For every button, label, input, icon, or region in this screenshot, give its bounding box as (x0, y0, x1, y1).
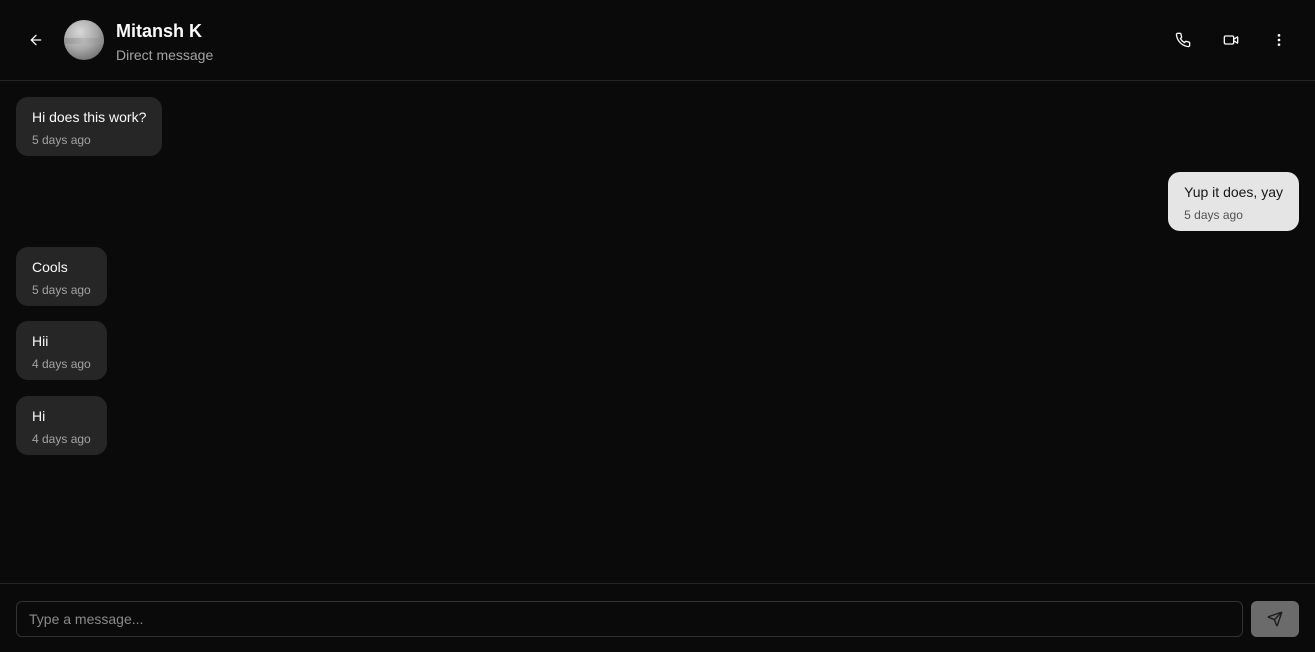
message-text: Hi (32, 408, 46, 424)
chat-header: Mitansh K Direct message (0, 0, 1315, 81)
message-bubble-incoming: Hii 4 days ago (16, 321, 107, 380)
phone-icon (1175, 32, 1191, 48)
arrow-left-icon (30, 34, 42, 46)
avatar[interactable] (64, 20, 104, 60)
message-text: Cools (32, 259, 68, 275)
message-bubble-incoming: Hi does this work? 5 days ago (16, 97, 163, 156)
message-timestamp: 5 days ago (32, 283, 91, 297)
message-input[interactable] (16, 601, 1243, 637)
contact-name: Mitansh K (116, 21, 203, 41)
message-timestamp: 5 days ago (1184, 208, 1243, 222)
more-vertical-icon (1277, 34, 1281, 46)
message-bubble-outgoing: Yup it does, yay 5 days ago (1168, 172, 1299, 231)
more-options-button[interactable] (1263, 24, 1295, 56)
conversation-type: Direct message (116, 47, 214, 63)
back-button[interactable] (20, 24, 52, 56)
call-button[interactable] (1167, 24, 1199, 56)
send-button[interactable] (1251, 601, 1299, 637)
message-timestamp: 4 days ago (32, 357, 91, 371)
message-timestamp: 4 days ago (32, 432, 91, 446)
message-composer (0, 583, 1315, 652)
message-bubble-incoming: Cools 5 days ago (16, 247, 107, 306)
video-call-button[interactable] (1215, 24, 1247, 56)
chat-app: Mitansh K Direct message Hi does this wo… (0, 0, 1315, 652)
message-bubble-incoming: Hi 4 days ago (16, 396, 107, 455)
message-text: Yup it does, yay (1184, 184, 1283, 200)
video-icon (1223, 35, 1239, 45)
message-timestamp: 5 days ago (32, 133, 91, 147)
message-text: Hi does this work? (32, 109, 147, 125)
message-text: Hii (32, 333, 49, 349)
send-icon (1267, 611, 1283, 627)
